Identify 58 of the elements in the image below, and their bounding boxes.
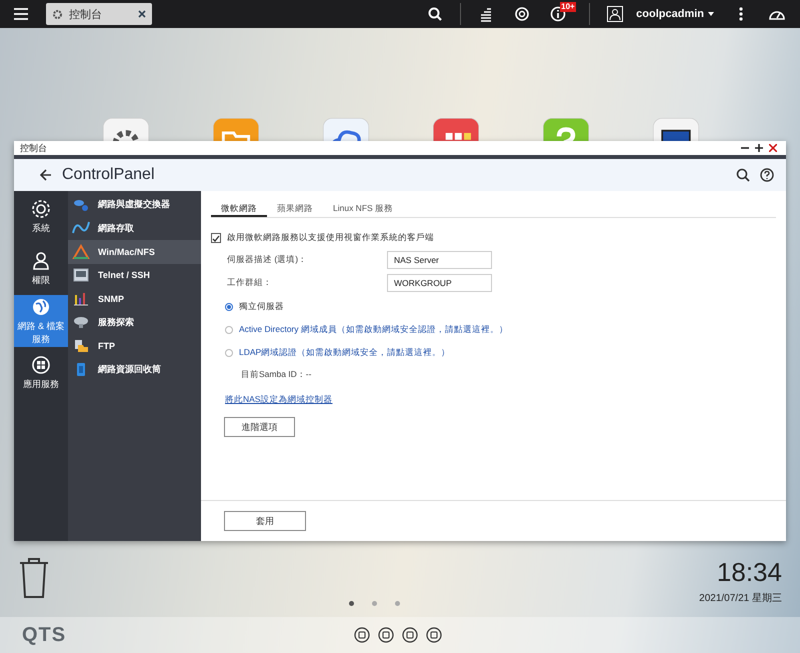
terminal-icon <box>72 266 90 284</box>
page-dot[interactable] <box>395 601 400 606</box>
samba-id-text: 目前Samba ID：-- <box>241 369 312 381</box>
close-icon[interactable] <box>138 10 146 18</box>
gear-icon <box>31 199 51 219</box>
sidebar-item[interactable]: 系統 <box>14 191 68 243</box>
radio-label: LDAP網域認證（如需啟動網域安全，請點選這裡。） <box>239 347 450 359</box>
input-field[interactable]: NAS Server <box>387 250 492 268</box>
radio-label: Active Directory 網域成員（如需啟動網域安全認證，請點選這裡。） <box>239 324 508 336</box>
checkbox[interactable] <box>211 233 221 243</box>
tab-label: 控制台 <box>69 8 102 22</box>
nav-item[interactable]: 網路資源回收筒 <box>68 358 201 381</box>
input-field[interactable]: WORKGROUP <box>387 274 492 292</box>
nav-item[interactable]: 網路存取 <box>68 216 201 240</box>
page-dot[interactable] <box>349 601 354 606</box>
page-dot[interactable] <box>372 601 378 606</box>
radio-button[interactable] <box>225 303 233 311</box>
caret-icon[interactable] <box>708 12 714 16</box>
person-icon <box>31 251 51 271</box>
triangle-icon <box>72 242 90 261</box>
domain-controller-link[interactable]: 將此NAS設定為網域控制器 <box>225 394 332 404</box>
globe-icon <box>31 296 51 316</box>
close-icon[interactable] <box>766 142 780 154</box>
sidebar-item[interactable]: 應用服務 <box>14 347 68 399</box>
back-icon[interactable] <box>40 169 52 181</box>
sidebar-item[interactable]: 網路 & 檔案服務 <box>14 295 68 347</box>
username[interactable]: coolpcadmin <box>636 8 704 20</box>
notification-badge: 10+ <box>560 2 576 12</box>
sidebar-item[interactable]: 權限 <box>14 243 68 295</box>
nav-item[interactable]: SNMP <box>68 287 201 310</box>
grid-icon <box>31 355 51 375</box>
app-tab[interactable]: 控制台 <box>46 3 152 25</box>
help-icon[interactable] <box>760 168 774 182</box>
apply-button[interactable]: 套用 <box>224 511 306 531</box>
radio-label: 獨立伺服器 <box>239 301 284 313</box>
window-title: 控制台 <box>20 142 47 154</box>
gear-icon <box>52 8 63 20</box>
clock-date: 2021/07/21 星期三 <box>699 592 782 605</box>
tab[interactable]: Linux NFS 服務 <box>323 201 404 217</box>
radio-button[interactable] <box>225 349 233 357</box>
nav-item[interactable]: Win/Mac/NFS <box>68 240 201 264</box>
tab[interactable]: 微軟網路 <box>211 201 267 217</box>
maximize-icon[interactable] <box>752 142 766 154</box>
field-label: 伺服器描述 (選填)： <box>227 254 308 266</box>
nav-item[interactable]: FTP <box>68 334 201 358</box>
tab[interactable]: 蘋果網路 <box>267 201 323 217</box>
field-label: 工作群組： <box>227 276 273 288</box>
checkbox-label: 啟用微軟網路服務以支援使用視窗作業系統的客戶端 <box>227 232 434 244</box>
advanced-options-button[interactable]: 進階選項 <box>224 417 295 437</box>
logo: QTS <box>22 624 66 646</box>
nav-item[interactable]: 服務探索 <box>68 310 201 334</box>
trash-icon[interactable] <box>18 557 50 599</box>
nav-item[interactable]: Telnet / SSH <box>68 264 201 287</box>
app-title: ControlPanel <box>62 166 154 184</box>
search-icon[interactable] <box>736 168 750 182</box>
clock-time: 18:34 <box>716 557 782 588</box>
nav-item[interactable]: 網路與虛擬交換器 <box>68 193 201 216</box>
radio-button[interactable] <box>225 326 233 334</box>
